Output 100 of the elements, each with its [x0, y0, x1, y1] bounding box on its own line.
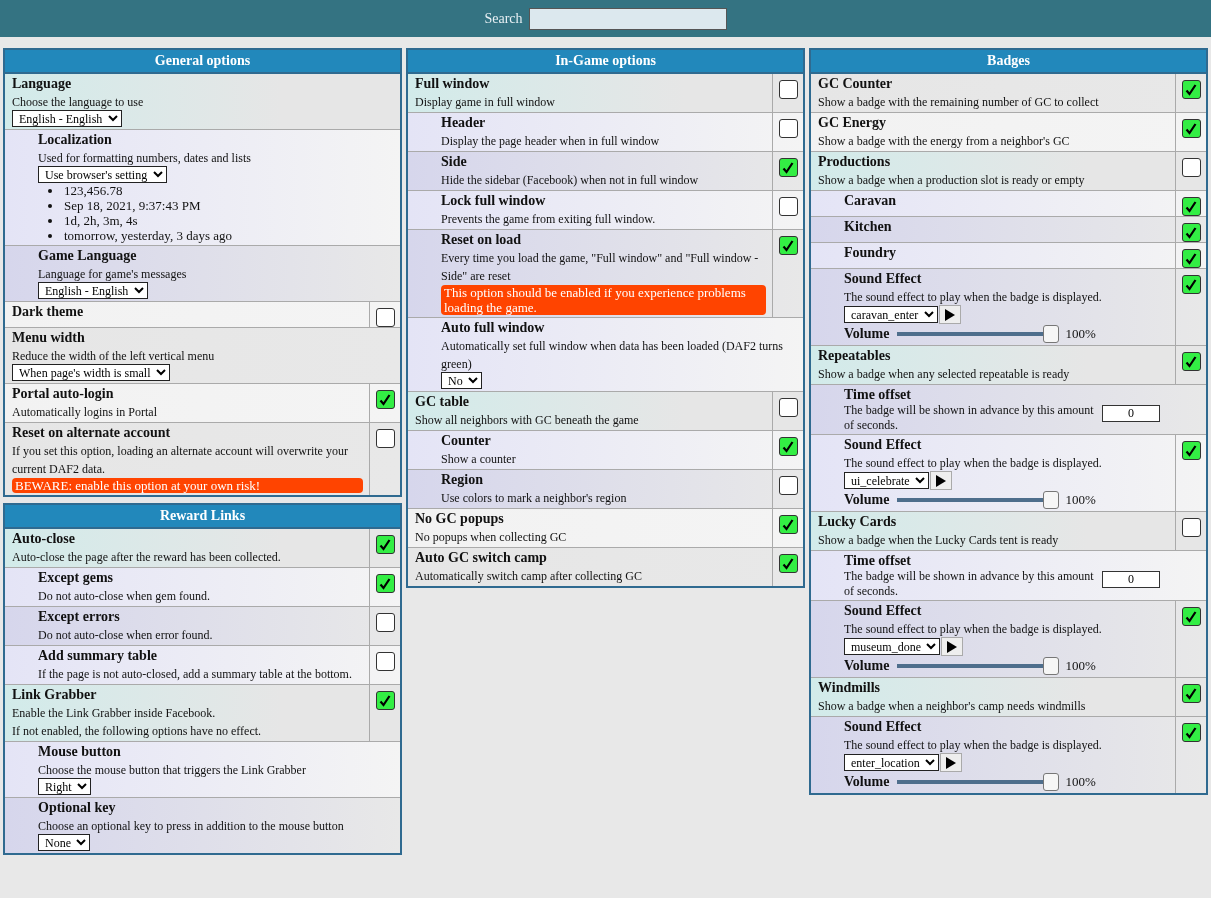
list-item: 1d, 2h, 3m, 4s	[64, 213, 138, 228]
checkbox[interactable]	[778, 398, 798, 417]
option-title: Auto full window	[441, 320, 546, 336]
number-field[interactable]: 0	[1102, 405, 1160, 422]
checkbox[interactable]	[375, 390, 395, 409]
option-description: Show all neighbors with GC beneath the game	[415, 413, 639, 427]
play-icon	[944, 308, 956, 321]
play-button[interactable]	[941, 637, 963, 656]
dropdown[interactable]: enter_location	[844, 754, 939, 771]
option-title: Time offset	[844, 553, 912, 569]
option-title: Time offset	[844, 387, 912, 403]
checkbox[interactable]	[778, 515, 798, 534]
option-description: Choose the language to use	[12, 95, 144, 109]
checkbox[interactable]	[375, 429, 395, 448]
dropdown[interactable]: English - English	[38, 282, 148, 299]
checkbox[interactable]	[1181, 518, 1201, 537]
option-description: Automatically logins in Portal	[12, 405, 157, 419]
checkmark-icon	[1184, 121, 1198, 136]
checkbox[interactable]	[375, 308, 395, 327]
option-description: Choose an optional key to press in addition to the mouse button	[38, 819, 344, 833]
slider-thumb[interactable]	[1043, 773, 1060, 791]
checkbox[interactable]	[1181, 441, 1201, 460]
option-description: Display game in full window	[415, 95, 555, 109]
option-description: Language for game's messages	[38, 267, 187, 281]
checkmark-icon	[781, 439, 795, 454]
checkmark-icon	[1184, 725, 1198, 740]
warning-message: BEWARE: enable this option at your own risk!	[12, 478, 363, 493]
option-title: Mouse button	[38, 744, 122, 760]
checkbox[interactable]	[1181, 275, 1201, 294]
checkbox[interactable]	[375, 691, 395, 710]
checkbox[interactable]	[1181, 607, 1201, 626]
checkbox[interactable]	[1181, 119, 1201, 138]
option-title: GC table	[415, 394, 471, 410]
checkbox[interactable]	[778, 476, 798, 495]
option-description: Show a badge with the energy from a neighbor's GC	[818, 134, 1070, 148]
option-title: Dark theme	[12, 304, 85, 320]
checkbox[interactable]	[1181, 197, 1201, 216]
checkbox[interactable]	[375, 535, 395, 554]
option-description: If the page is not auto-closed, add a summary table at the bottom.	[38, 667, 352, 681]
dropdown[interactable]: Use browser's setting	[38, 166, 167, 183]
option-description: The sound effect to play when the badge is displayed.	[844, 622, 1102, 636]
checkmark-icon	[1184, 199, 1198, 214]
slider-thumb[interactable]	[1043, 491, 1060, 509]
option-description: Every time you load the game, "Full window" and "Full window - Side" are reset	[441, 251, 759, 283]
option-title: Full window	[415, 76, 491, 92]
option-description: The badge will be shown in advance by this amount of seconds.	[844, 403, 1094, 432]
search-field[interactable]	[528, 7, 727, 30]
checkbox[interactable]	[1181, 723, 1201, 742]
option-description: The sound effect to play when the badge is displayed.	[844, 738, 1102, 752]
option-description: The sound effect to play when the badge is displayed.	[844, 456, 1102, 470]
option-title: Kitchen	[844, 219, 893, 235]
checkmark-icon	[378, 392, 392, 407]
checkbox[interactable]	[778, 554, 798, 573]
option-title: Except gems	[38, 570, 115, 586]
dropdown[interactable]: When page's width is small	[12, 364, 170, 381]
checkbox[interactable]	[778, 437, 798, 456]
option-description: Show a badge when a production slot is ready or empty	[818, 173, 1085, 187]
dropdown[interactable]: caravan_enter	[844, 306, 938, 323]
search-label: Search	[484, 10, 523, 27]
dropdown[interactable]: No	[441, 372, 482, 389]
checkbox[interactable]	[1181, 352, 1201, 371]
dropdown[interactable]: Right	[38, 778, 91, 795]
panel-title: In-Game options	[408, 50, 803, 74]
checkbox[interactable]	[1181, 249, 1201, 268]
panel-title: General options	[5, 50, 400, 74]
checkbox[interactable]	[1181, 158, 1201, 177]
play-button[interactable]	[930, 471, 952, 490]
checkbox[interactable]	[778, 119, 798, 138]
dropdown[interactable]: English - English	[12, 110, 122, 127]
slider-thumb[interactable]	[1043, 657, 1060, 675]
option-title: Add summary table	[38, 648, 158, 664]
checkbox[interactable]	[778, 80, 798, 99]
dropdown[interactable]: ui_celebrate	[844, 472, 929, 489]
checkmark-icon	[1184, 251, 1198, 266]
checkbox[interactable]	[1181, 684, 1201, 703]
checkbox[interactable]	[778, 158, 798, 177]
volume-label: Volume	[844, 326, 890, 342]
option-description: Show a badge when a neighbor's camp needs windmills	[818, 699, 1086, 713]
checkbox[interactable]	[375, 613, 395, 632]
dropdown[interactable]: None	[38, 834, 90, 851]
dropdown[interactable]: museum_done	[844, 638, 940, 655]
play-button[interactable]	[940, 753, 962, 772]
checkbox[interactable]	[1181, 223, 1201, 242]
option-title: Counter	[441, 433, 492, 449]
play-button[interactable]	[939, 305, 961, 324]
option-description: The badge will be shown in advance by this amount of seconds.	[844, 569, 1094, 598]
checkbox[interactable]	[1181, 80, 1201, 99]
checkbox[interactable]	[375, 574, 395, 593]
checkbox[interactable]	[778, 197, 798, 216]
checkbox[interactable]	[375, 652, 395, 671]
number-field[interactable]: 0	[1102, 571, 1160, 588]
slider-thumb[interactable]	[1043, 325, 1060, 343]
option-title: Lock full window	[441, 193, 547, 209]
option-description: Show a badge when any selected repeatable is ready	[818, 367, 1070, 381]
checkbox[interactable]	[778, 236, 798, 255]
play-icon	[946, 640, 958, 653]
volume-reading: 100%	[1065, 658, 1096, 674]
option-title: Header	[441, 115, 487, 131]
checkmark-icon	[378, 693, 392, 708]
option-title: No GC popups	[415, 511, 505, 527]
